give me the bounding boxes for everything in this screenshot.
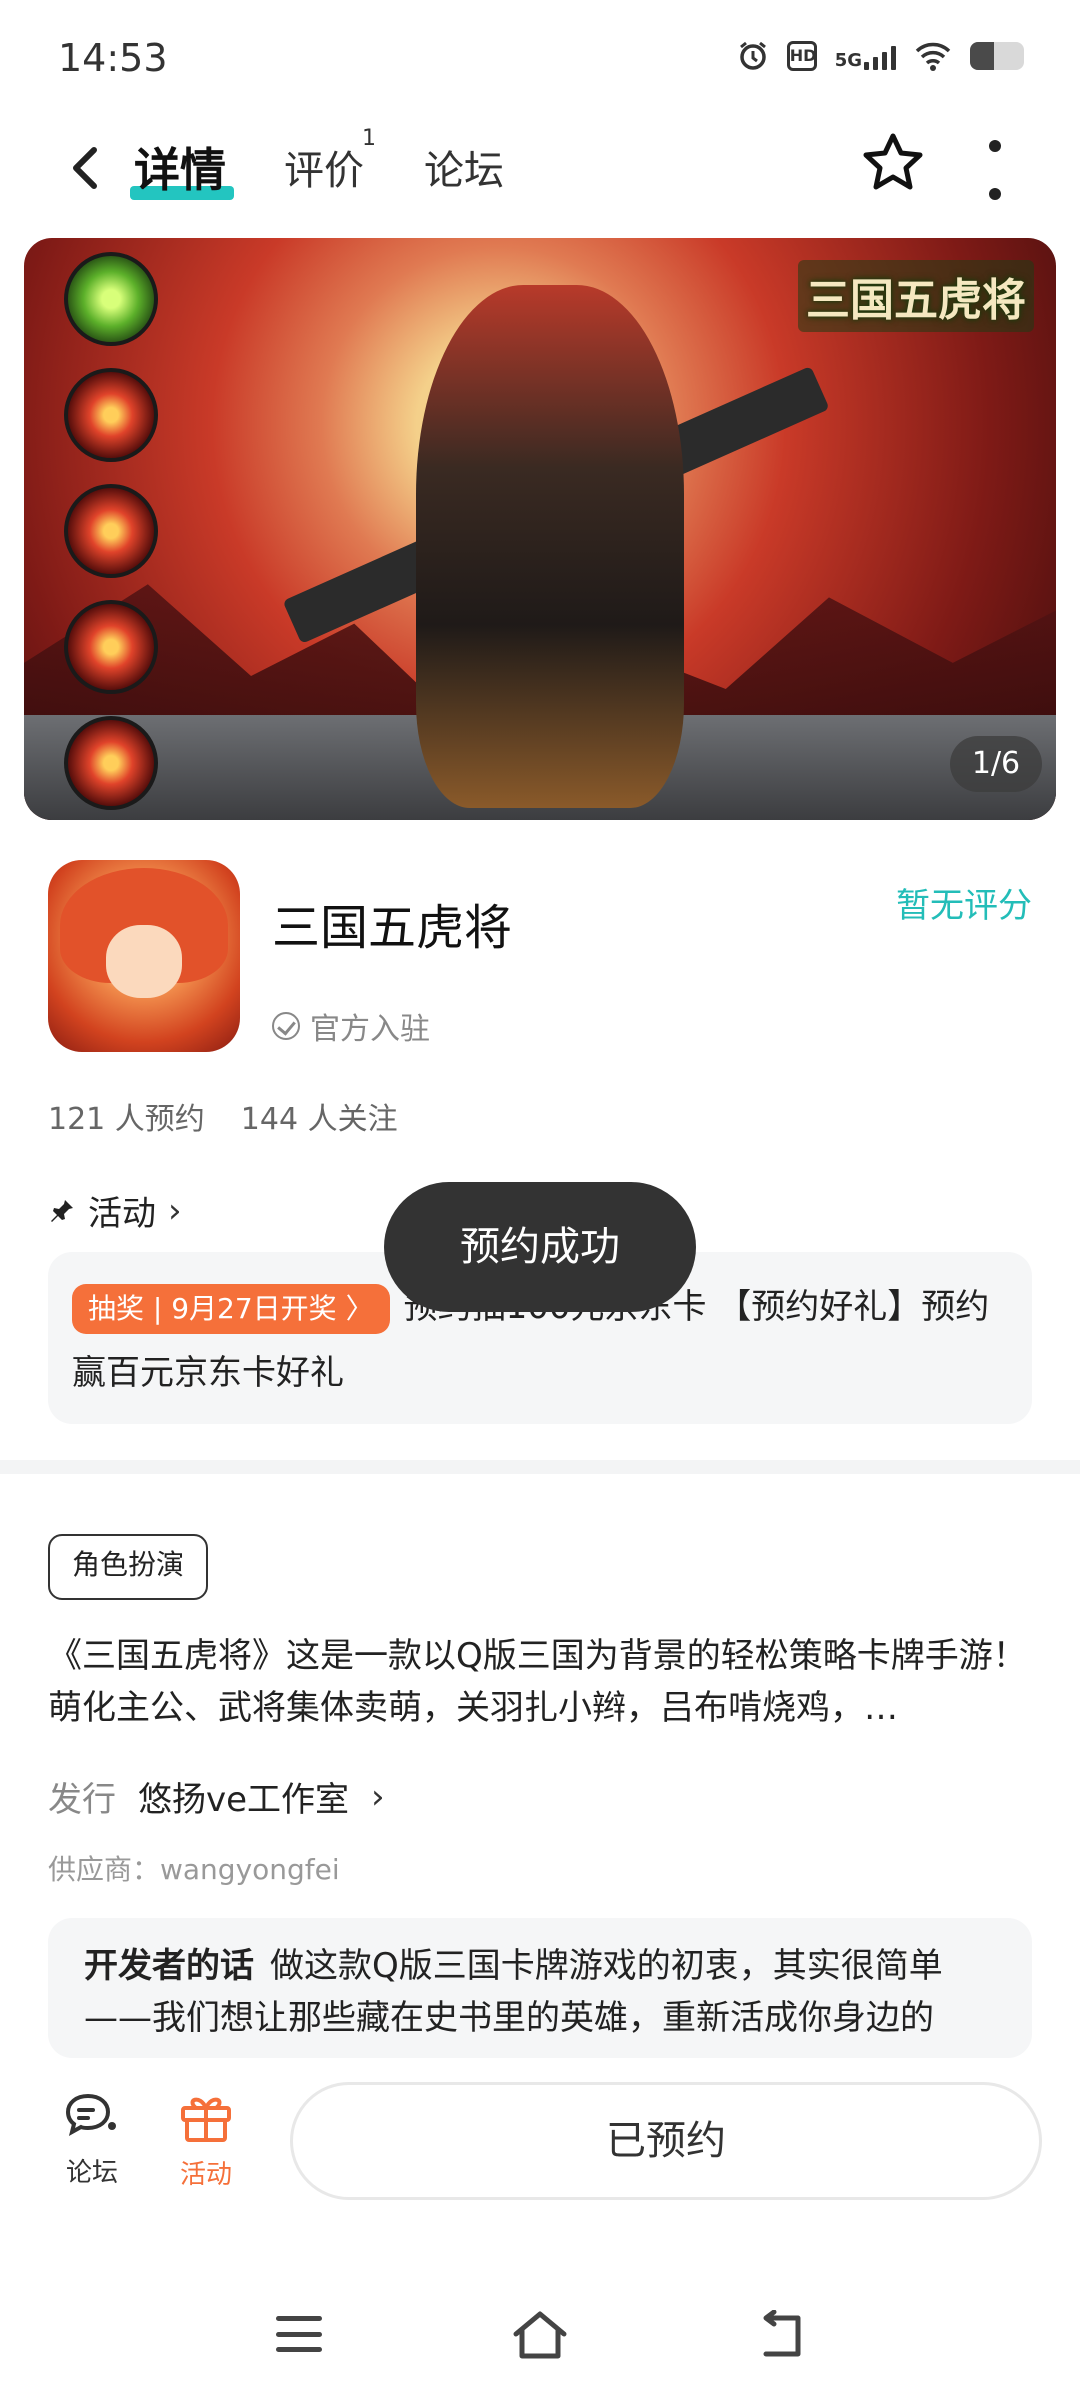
pin-icon xyxy=(51,1199,73,1222)
rating-label: 暂无评分 xyxy=(896,886,1032,926)
developer-note-title: 开发者的话 xyxy=(84,1946,254,1986)
wifi-icon xyxy=(915,42,951,71)
publisher-name: 悠扬ve工作室 xyxy=(138,1780,350,1820)
alarm-icon xyxy=(739,41,766,70)
publisher-row[interactable]: 发行 悠扬ve工作室 › xyxy=(48,1772,385,1821)
chevron-right-icon: › xyxy=(371,1776,385,1817)
network-label: 5G xyxy=(834,50,862,71)
reserved-button[interactable]: 已预约 xyxy=(290,2082,1042,2200)
back-nav-icon[interactable] xyxy=(754,2310,808,2360)
reviews-count-badge: 1 xyxy=(362,126,376,151)
gift-icon xyxy=(181,2097,231,2142)
activity-shortcut[interactable]: 活动 xyxy=(146,2090,266,2191)
activity-label: 活动 xyxy=(179,2160,232,2190)
official-badge: 官方入驻 xyxy=(272,1004,430,1048)
supplier-text: 供应商：wangyongfei xyxy=(48,1853,340,1886)
tab-details[interactable]: 详情 xyxy=(134,134,226,200)
genre-tag[interactable]: 角色扮演 xyxy=(48,1534,209,1600)
reservation-count: 121 人预约 xyxy=(48,1102,205,1137)
recent-apps-icon[interactable] xyxy=(276,2316,322,2352)
app-stats: 121 人预约 144 人关注 xyxy=(48,1094,398,1138)
chevron-right-icon: › xyxy=(168,1190,182,1231)
hero-warrior-illustration xyxy=(416,284,685,809)
more-options-icon[interactable] xyxy=(980,140,1010,200)
forum-chat-icon xyxy=(65,2093,116,2136)
banner-page-counter: 1/6 xyxy=(950,736,1042,792)
developer-note-card[interactable]: 开发者的话 做这款Q版三国卡牌游戏的初衷，其实很简单——我们想让那些藏在史书里的英… xyxy=(48,1918,1032,2058)
home-icon[interactable] xyxy=(510,2306,570,2362)
forum-shortcut[interactable]: 论坛 xyxy=(32,2090,152,2189)
game-description[interactable]: 《三国五虎将》这是一款以Q版三国为背景的轻松策略卡牌手游！萌化主公、武将集体卖萌… xyxy=(48,1630,1038,1734)
status-icons: HD 5G xyxy=(737,40,1024,72)
verified-check-icon xyxy=(272,1012,300,1040)
activity-heading: 活动 xyxy=(88,1194,156,1234)
official-label: 官方入驻 xyxy=(310,1012,430,1047)
screenshot-banner[interactable]: 三国五虎将 1/6 xyxy=(24,238,1056,820)
toast-message: 预约成功 xyxy=(384,1182,696,1312)
tab-reviews[interactable]: 评价 xyxy=(284,138,364,196)
battery-icon xyxy=(970,42,1024,70)
forum-label: 论坛 xyxy=(65,2158,118,2188)
status-time: 14:53 xyxy=(58,36,168,80)
favorite-star-icon[interactable] xyxy=(858,128,928,198)
hd-icon: HD xyxy=(786,41,817,71)
activity-header[interactable]: 活动 › xyxy=(48,1186,182,1235)
lottery-tag[interactable]: 抽奖 | 9月27日开奖 〉 xyxy=(72,1283,390,1334)
signal-icon: 5G xyxy=(835,42,896,70)
app-icon xyxy=(48,860,240,1052)
section-divider xyxy=(0,1460,1080,1474)
skill-orbs xyxy=(64,252,158,810)
back-arrow-icon[interactable] xyxy=(56,138,116,198)
game-logo-text: 三国五虎将 xyxy=(798,260,1034,332)
tab-forum[interactable]: 论坛 xyxy=(424,138,504,196)
follower-count: 144 人关注 xyxy=(240,1102,398,1137)
publisher-label: 发行 xyxy=(48,1780,116,1820)
app-title: 三国五虎将 xyxy=(272,900,513,956)
